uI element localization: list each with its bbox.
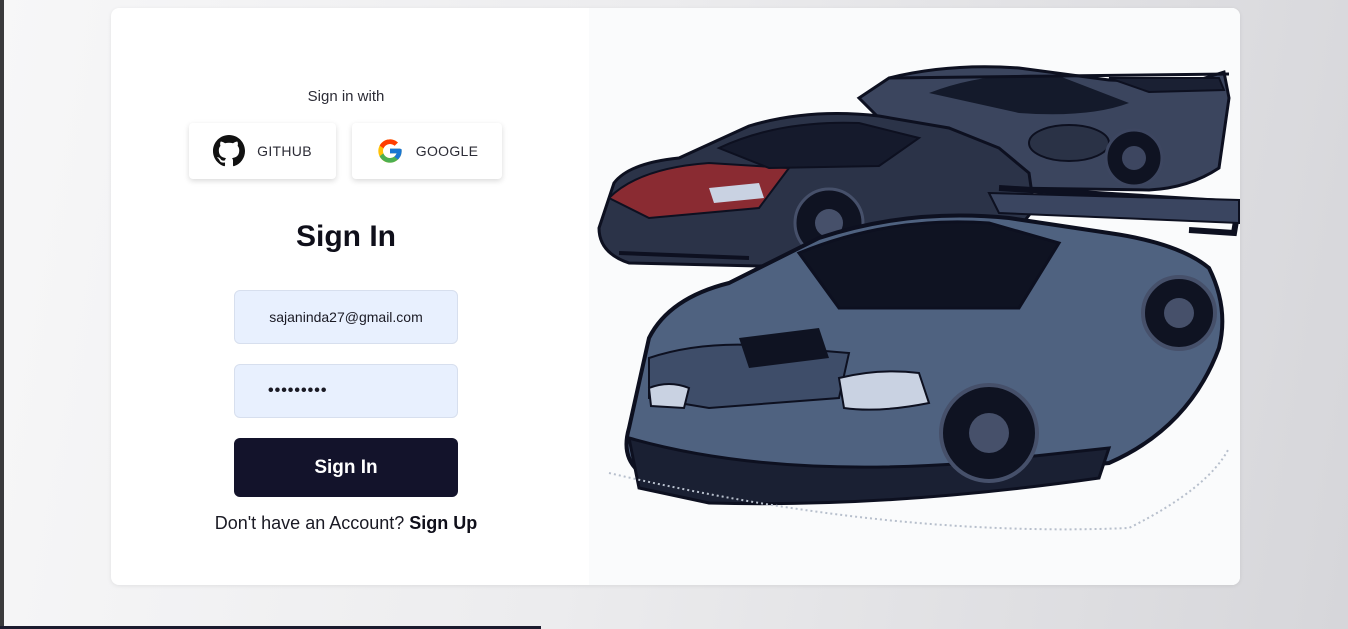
sign-in-with-label: Sign in with (307, 88, 385, 105)
github-signin-button[interactable]: GITHUB (189, 123, 336, 179)
sign-up-link[interactable]: Sign Up (409, 513, 477, 533)
signup-prompt: Don't have an Account? Sign Up (111, 513, 581, 534)
sign-in-button[interactable]: Sign In (234, 438, 458, 497)
password-mask: ••••••••• (268, 382, 328, 399)
email-field[interactable] (234, 290, 458, 344)
google-label: GOOGLE (415, 143, 479, 159)
google-icon (376, 137, 404, 165)
sports-cars-illustration (597, 65, 1240, 531)
github-label: GITHUB (257, 143, 312, 159)
login-card: Sign in with GITHUB GOOGLE Sign In sajan… (111, 8, 1240, 585)
github-icon (213, 135, 246, 167)
page-title: Sign In (296, 220, 396, 253)
login-form: Sign in with GITHUB GOOGLE Sign In sajan… (111, 8, 591, 585)
no-account-text: Don't have an Account? (214, 513, 405, 533)
hero-illustration (589, 8, 1240, 585)
google-signin-button[interactable]: GOOGLE (352, 123, 502, 179)
password-field[interactable]: ••••••••• (234, 364, 458, 418)
window-edge (0, 0, 4, 629)
